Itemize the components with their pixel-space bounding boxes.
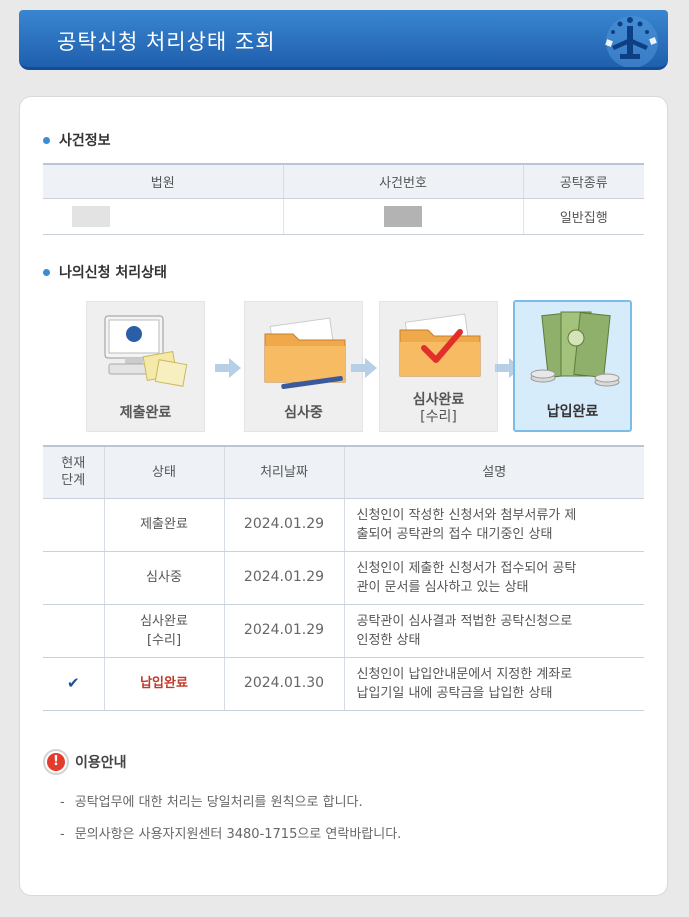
- case-info-table: 법원 사건번호 공탁종류 일반집행: [43, 163, 644, 235]
- state-cell: 납입완료: [103, 657, 224, 711]
- date-cell: 2024.01.29: [223, 604, 344, 658]
- checkmark-icon: ✔: [66, 673, 80, 692]
- step-label: 제출완료: [119, 405, 172, 421]
- usage-notice-list: - 공탁업무에 대한 처리는 당일처리를 원칙으로 합니다. - 문의사항은 사용자…: [60, 791, 401, 855]
- exclamation-icon: !: [43, 749, 69, 775]
- table-row: 심사중 2024.01.29 신청인이 제출한 신청서가 접수되어 공탁 관이 …: [43, 551, 644, 605]
- date-cell: 2024.01.29: [223, 551, 344, 605]
- description-cell: 신청인이 작성한 신청서와 첨부서류가 제 출되어 공탁관의 접수 대기중인 상…: [343, 498, 644, 552]
- masked-value: [72, 205, 110, 227]
- step-review-complete: 심사완료 [수리]: [379, 301, 498, 432]
- state-cell: 제출완료: [103, 498, 224, 552]
- description-cell: 공탁관이 심사결과 적법한 공탁신청으로 인정한 상태: [343, 604, 644, 658]
- money-icon: [530, 311, 620, 387]
- deposit-type-cell: 일반집행: [522, 198, 644, 235]
- status-table: 현재 단계 상태 처리날짜 설명 제출완료 2024.01.29 신청인이 작성…: [43, 445, 644, 711]
- column-header-case-number: 사건번호: [282, 163, 523, 199]
- list-item: - 공탁업무에 대한 처리는 당일처리를 원칙으로 합니다.: [60, 795, 363, 810]
- process-steps: 제출완료 심사중 심사완료 [수리] 납입완료: [86, 300, 632, 433]
- step-label: 심사중: [284, 405, 323, 421]
- case-number-cell: [282, 198, 523, 235]
- page-header: 공탁신청 처리상태 조회: [19, 10, 668, 70]
- table-row: 일반집행: [43, 198, 644, 235]
- bullet-dot-icon: [43, 268, 50, 276]
- column-header-state: 상태: [103, 445, 224, 499]
- current-step-cell: ✔: [43, 657, 104, 711]
- date-cell: 2024.01.30: [223, 657, 344, 711]
- case-info-heading: 사건정보: [43, 130, 111, 150]
- bullet-dot-icon: [43, 136, 50, 144]
- usage-notice-heading: ! 이용안내: [43, 749, 127, 775]
- computer-documents-icon: [104, 315, 188, 387]
- court-emblem-icon: [605, 16, 658, 67]
- court-cell: [43, 198, 283, 235]
- step-under-review: 심사중: [244, 301, 363, 432]
- column-header-current-step: 현재 단계: [43, 445, 104, 499]
- table-row: 제출완료 2024.01.29 신청인이 작성한 신청서와 첨부서류가 제 출되…: [43, 498, 644, 552]
- page-title: 공탁신청 처리상태 조회: [57, 30, 276, 54]
- arrow-right-icon: [351, 358, 377, 378]
- description-cell: 신청인이 납입안내문에서 지정한 계좌로 납입기일 내에 공탁금을 납입한 상태: [343, 657, 644, 711]
- column-header-court: 법원: [43, 163, 283, 199]
- current-step-cell: [43, 604, 104, 658]
- state-cell: 심사완료 [수리]: [103, 604, 224, 658]
- folder-pen-icon: [264, 317, 346, 390]
- date-cell: 2024.01.29: [223, 498, 344, 552]
- column-header-description: 설명: [343, 445, 644, 499]
- current-step-cell: [43, 498, 104, 552]
- my-status-heading: 나의신청 처리상태: [43, 262, 167, 282]
- column-header-date: 처리날짜: [223, 445, 344, 499]
- description-cell: 신청인이 제출한 신청서가 접수되어 공탁 관이 문서를 심사하고 있는 상태: [343, 551, 644, 605]
- table-row: ✔ 납입완료 2024.01.30 신청인이 납입안내문에서 지정한 계좌로 납…: [43, 657, 644, 711]
- folder-check-icon: [399, 313, 481, 377]
- step-label: 납입완료: [546, 404, 599, 420]
- table-row: 심사완료 [수리] 2024.01.29 공탁관이 심사결과 적법한 공탁신청으…: [43, 604, 644, 658]
- step-label: 심사완료 [수리]: [412, 392, 465, 425]
- masked-value: [384, 205, 422, 227]
- column-header-deposit-type: 공탁종류: [522, 163, 644, 199]
- arrow-right-icon: [215, 358, 241, 378]
- step-submitted: 제출완료: [86, 301, 205, 432]
- step-payment-complete: 납입완료: [513, 300, 632, 432]
- content-panel: 사건정보 법원 사건번호 공탁종류 일반집행 나의신청 처리상태 제출완료 심사…: [19, 96, 668, 896]
- list-item: - 문의사항은 사용자지원센터 3480-1715으로 연락바랍니다.: [60, 827, 402, 842]
- current-step-cell: [43, 551, 104, 605]
- state-cell: 심사중: [103, 551, 224, 605]
